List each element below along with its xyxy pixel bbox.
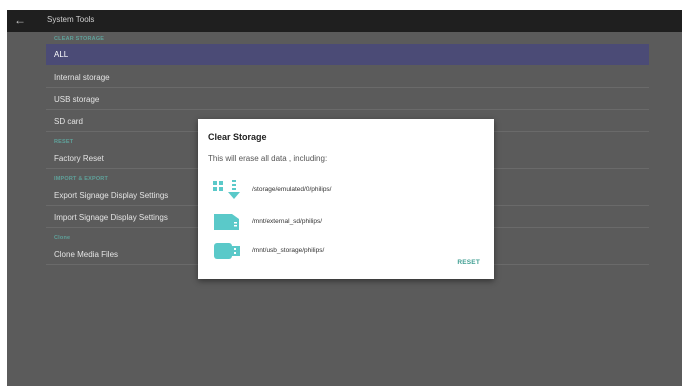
list-item-all[interactable]: ALL <box>46 44 649 65</box>
list-item-label: Internal storage <box>54 73 110 82</box>
storage-path: /mnt/external_sd/philips/ <box>252 218 323 225</box>
dialog-title: Clear Storage <box>208 132 267 142</box>
list-item-internal-storage[interactable]: Internal storage <box>46 67 649 88</box>
list-item-label: SD card <box>54 117 83 126</box>
settings-screen: ← System Tools CLEAR STORAGE ALL Interna… <box>7 10 682 386</box>
list-item-usb-storage[interactable]: USB storage <box>46 89 649 110</box>
storage-path-row: /mnt/external_sd/philips/ <box>212 211 472 233</box>
list-item-label: Export Signage Display Settings <box>54 191 169 200</box>
back-arrow-icon[interactable]: ← <box>14 13 26 27</box>
section-header-clone: Clone <box>54 235 71 241</box>
section-header-clear-storage: CLEAR STORAGE <box>54 36 105 42</box>
sd-card-icon <box>214 214 239 230</box>
page-title: System Tools <box>47 15 95 24</box>
list-item-label: USB storage <box>54 95 100 104</box>
section-header-import-export: IMPORT & EXPORT <box>54 176 109 182</box>
storage-path-row: /storage/emulated/0/philips/ <box>212 179 472 201</box>
list-item-label: ALL <box>54 50 69 59</box>
usb-drive-icon <box>214 243 240 259</box>
dialog-message: This will erase all data , including: <box>208 154 328 163</box>
internal-storage-icon <box>213 180 240 199</box>
list-item-label: Clone Media Files <box>54 250 119 259</box>
reset-button[interactable]: RESET <box>453 256 484 269</box>
list-item-label: Import Signage Display Settings <box>54 213 168 222</box>
storage-path: /mnt/usb_storage/philips/ <box>252 247 325 254</box>
app-bar: ← System Tools <box>7 10 682 32</box>
clear-storage-dialog: Clear Storage This will erase all data ,… <box>198 119 494 279</box>
storage-path-row: /mnt/usb_storage/philips/ <box>212 240 472 262</box>
storage-path: /storage/emulated/0/philips/ <box>252 186 332 193</box>
section-header-reset: RESET <box>54 139 74 145</box>
list-item-label: Factory Reset <box>54 154 104 163</box>
